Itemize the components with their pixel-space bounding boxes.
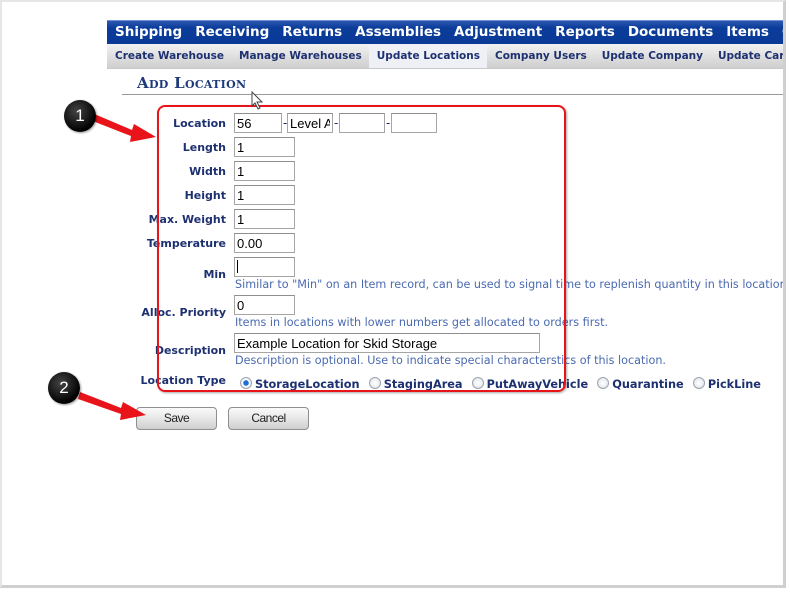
mouse-cursor-icon bbox=[251, 91, 264, 110]
callout-badge-2: 2 bbox=[48, 372, 80, 404]
annotation-arrows bbox=[78, 113, 156, 420]
callout-badge-1: 1 bbox=[64, 100, 96, 132]
arrow-2 bbox=[78, 392, 146, 420]
arrow-1 bbox=[90, 113, 156, 142]
